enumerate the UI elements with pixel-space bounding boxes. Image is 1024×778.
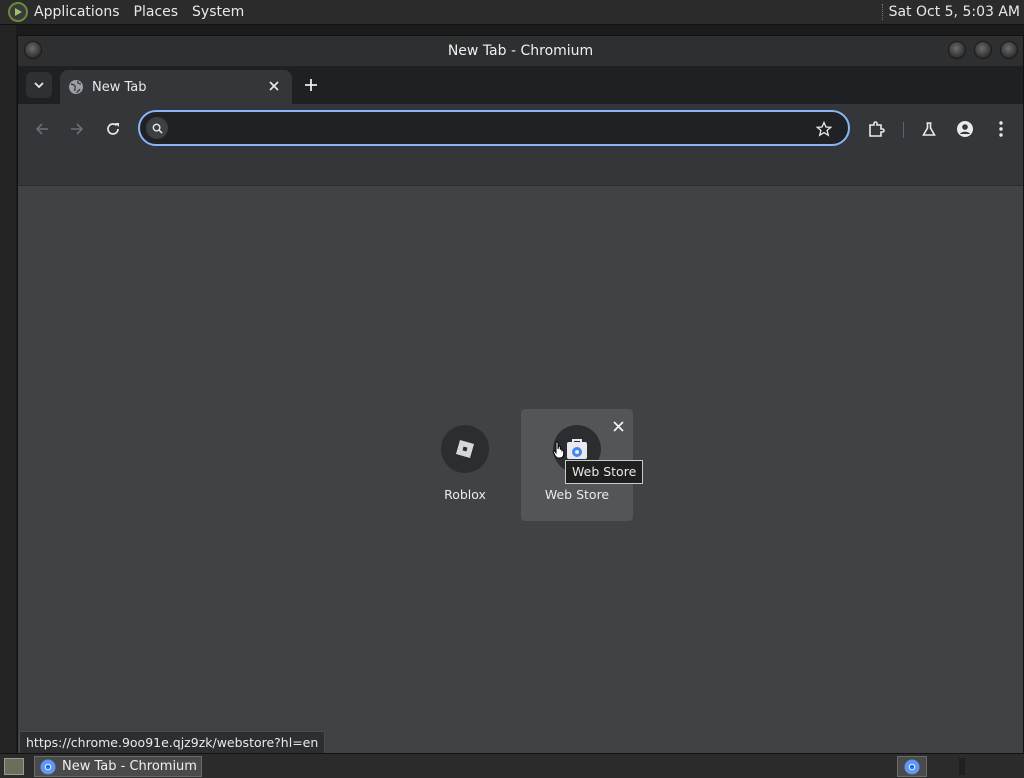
hand-cursor-icon: [552, 441, 565, 459]
profile-button[interactable]: [953, 117, 977, 141]
taskbar-chromium-window[interactable]: New Tab - Chromium: [34, 756, 202, 777]
toolbar-divider: [903, 122, 904, 138]
bookmark-star-icon[interactable]: [814, 119, 834, 139]
remove-shortcut-close-icon[interactable]: [609, 417, 627, 435]
applications-menu[interactable]: Applications: [34, 4, 120, 20]
search-icon: [146, 117, 168, 139]
menu-button[interactable]: [989, 117, 1013, 141]
roblox-icon: [441, 425, 489, 473]
close-window-button[interactable]: [1000, 41, 1018, 59]
chevron-down-icon: [34, 82, 44, 89]
workspace-switcher[interactable]: [959, 758, 965, 775]
arrow-left-icon: [35, 123, 48, 135]
window-titlebar[interactable]: New Tab - Chromium: [18, 36, 1023, 66]
globe-icon: [68, 79, 84, 95]
arrow-right-icon: [71, 123, 84, 135]
shortcut-roblox[interactable]: Roblox: [409, 409, 521, 521]
tray-chromium-button[interactable]: [897, 756, 927, 777]
kebab-menu-icon: [999, 121, 1003, 137]
show-desktop-button[interactable]: [4, 758, 24, 775]
desktop-menu-logo-icon[interactable]: [8, 2, 28, 22]
browser-window: New Tab - Chromium New Tab: [17, 35, 1024, 753]
tooltip: Web Store: [565, 460, 644, 484]
taskbar-task-label: New Tab - Chromium: [62, 759, 197, 774]
browser-toolbar: [18, 104, 1023, 154]
tab-title: New Tab: [92, 79, 147, 95]
tab-search-button[interactable]: [26, 72, 52, 98]
status-url-bubble: https://chrome.9oo91e.qjz9zk/webstore?hl…: [19, 731, 326, 753]
minimize-button[interactable]: [948, 41, 966, 59]
tab-close-icon[interactable]: [266, 78, 282, 94]
clock[interactable]: Sat Oct 5, 5:03 AM: [881, 4, 1020, 20]
window-title: New Tab - Chromium: [447, 43, 594, 59]
places-menu[interactable]: Places: [134, 4, 179, 20]
window-menu-button[interactable]: [24, 41, 42, 59]
address-input[interactable]: [174, 118, 794, 138]
labs-button[interactable]: [917, 117, 941, 141]
flask-icon: [922, 122, 936, 136]
bottom-taskbar: New Tab - Chromium: [0, 753, 1024, 778]
forward-button[interactable]: [65, 117, 89, 141]
bookmarks-bar: [18, 154, 1023, 186]
address-bar[interactable]: [138, 110, 850, 146]
reload-button[interactable]: [101, 117, 125, 141]
desktop-background: [0, 25, 16, 753]
tab-new-tab[interactable]: New Tab: [60, 70, 292, 104]
shortcut-label: Roblox: [444, 487, 486, 502]
maximize-button[interactable]: [974, 41, 992, 59]
reload-icon: [107, 123, 119, 135]
extensions-button[interactable]: [864, 117, 888, 141]
plus-icon: [305, 79, 317, 91]
back-button[interactable]: [30, 117, 54, 141]
new-tab-button[interactable]: [300, 74, 322, 96]
chromium-icon: [904, 759, 920, 774]
system-menu[interactable]: System: [192, 4, 244, 20]
chromium-icon: [40, 759, 56, 774]
top-panel: Applications Places System Sat Oct 5, 5:…: [0, 0, 1024, 25]
puzzle-icon: [869, 121, 885, 137]
shortcut-label: Web Store: [544, 487, 610, 502]
tab-strip: New Tab: [18, 66, 1023, 104]
avatar-icon: [957, 121, 973, 137]
